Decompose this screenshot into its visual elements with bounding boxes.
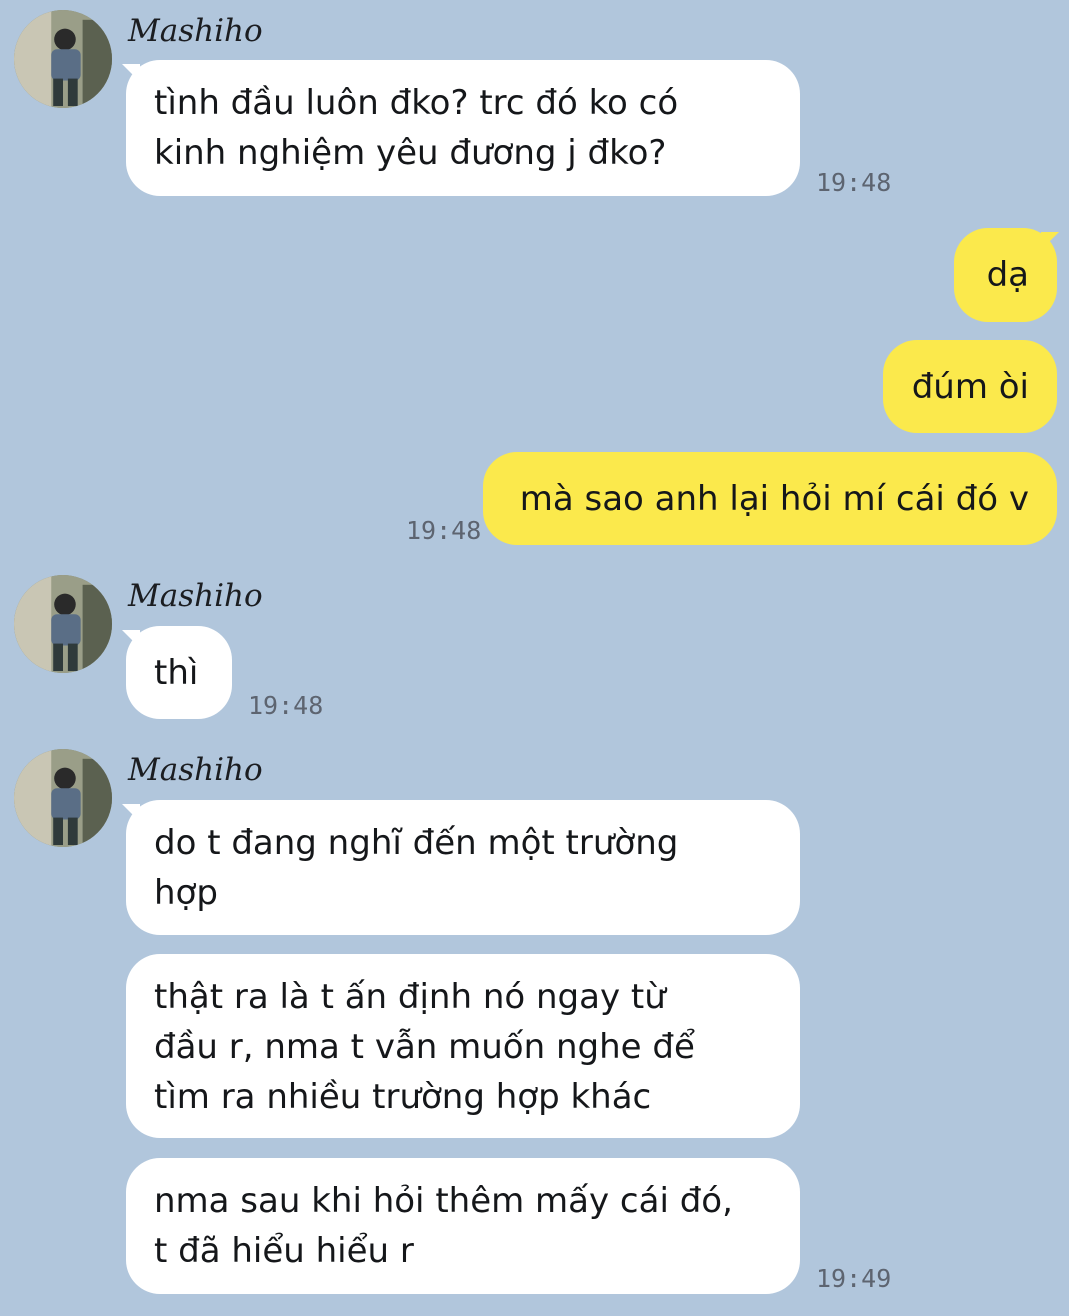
message-timestamp: 19:49 [816, 1264, 892, 1293]
message-bubble[interactable]: tình đầu luôn đko? trc đó ko có kinh ngh… [126, 60, 800, 196]
message-bubble[interactable]: nma sau khi hỏi thêm mấy cái đó, t đã hi… [126, 1158, 800, 1294]
message-timestamp: 19:48 [816, 168, 892, 197]
message-timestamp: 19:48 [406, 516, 482, 545]
sender-avatar[interactable] [14, 10, 112, 108]
message-bubble[interactable]: đúm òi [883, 340, 1057, 433]
profile-photo-icon [14, 749, 112, 847]
message-bubble[interactable]: thì [126, 626, 232, 719]
profile-photo-icon [14, 575, 112, 673]
sender-avatar[interactable] [14, 575, 112, 673]
profile-photo-icon [14, 10, 112, 108]
sender-name: Mashiho [128, 752, 263, 788]
message-bubble[interactable]: mà sao anh lại hỏi mí cái đó v [483, 452, 1057, 545]
sender-name: Mashiho [128, 578, 263, 614]
message-timestamp: 19:48 [248, 691, 324, 720]
sender-avatar[interactable] [14, 749, 112, 847]
sender-name: Mashiho [128, 13, 263, 49]
message-bubble[interactable]: thật ra là t ấn định nó ngay từ đầu r, n… [126, 954, 800, 1138]
message-bubble[interactable]: dạ [954, 228, 1057, 322]
message-bubble[interactable]: do t đang nghĩ đến một trường hợp [126, 800, 800, 935]
